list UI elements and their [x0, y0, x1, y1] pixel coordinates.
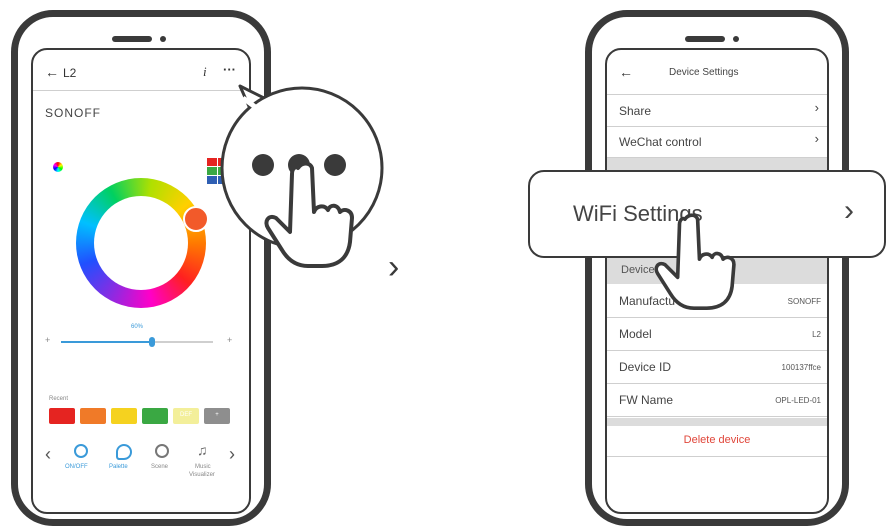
- device-info-row: Model L2: [607, 318, 827, 351]
- next-step-arrow-icon: ›: [388, 248, 400, 286]
- settings-row-label: WeChat control: [619, 135, 702, 149]
- settings-row-share[interactable]: Share ›: [607, 96, 827, 127]
- right-phone-camera: [733, 36, 739, 42]
- header-divider: [607, 94, 827, 95]
- device-info-value: SONOFF: [787, 297, 821, 306]
- hand-pointer-icon: [264, 161, 354, 268]
- chevron-right-icon: ›: [814, 131, 819, 146]
- device-info-value: OPL-LED-01: [775, 396, 821, 405]
- device-info-row: Device ID 100137ffce: [607, 351, 827, 384]
- device-info-row: FW Name OPL-LED-01: [607, 384, 827, 417]
- delete-device-button[interactable]: Delete device: [607, 434, 827, 446]
- back-arrow-icon[interactable]: ←: [619, 64, 633, 80]
- device-info-value: L2: [812, 330, 821, 339]
- device-info-label: Device ID: [619, 360, 672, 374]
- chevron-right-icon: ›: [844, 194, 854, 227]
- delete-device-row[interactable]: Delete device: [607, 426, 827, 457]
- device-info-value: 100137ffce: [781, 363, 821, 372]
- settings-row-label: Share: [619, 104, 652, 118]
- section-device-label: Device: [621, 264, 655, 276]
- section-band: [607, 418, 827, 426]
- page-title: Device Settings: [669, 67, 739, 78]
- hand-pointer-icon: [654, 213, 736, 310]
- right-phone-speaker: [685, 36, 725, 42]
- device-info-label: FW Name: [619, 393, 673, 407]
- settings-row-wechat[interactable]: WeChat control ›: [607, 127, 827, 158]
- chevron-right-icon: ›: [814, 100, 819, 115]
- device-info-label: Model: [619, 327, 652, 341]
